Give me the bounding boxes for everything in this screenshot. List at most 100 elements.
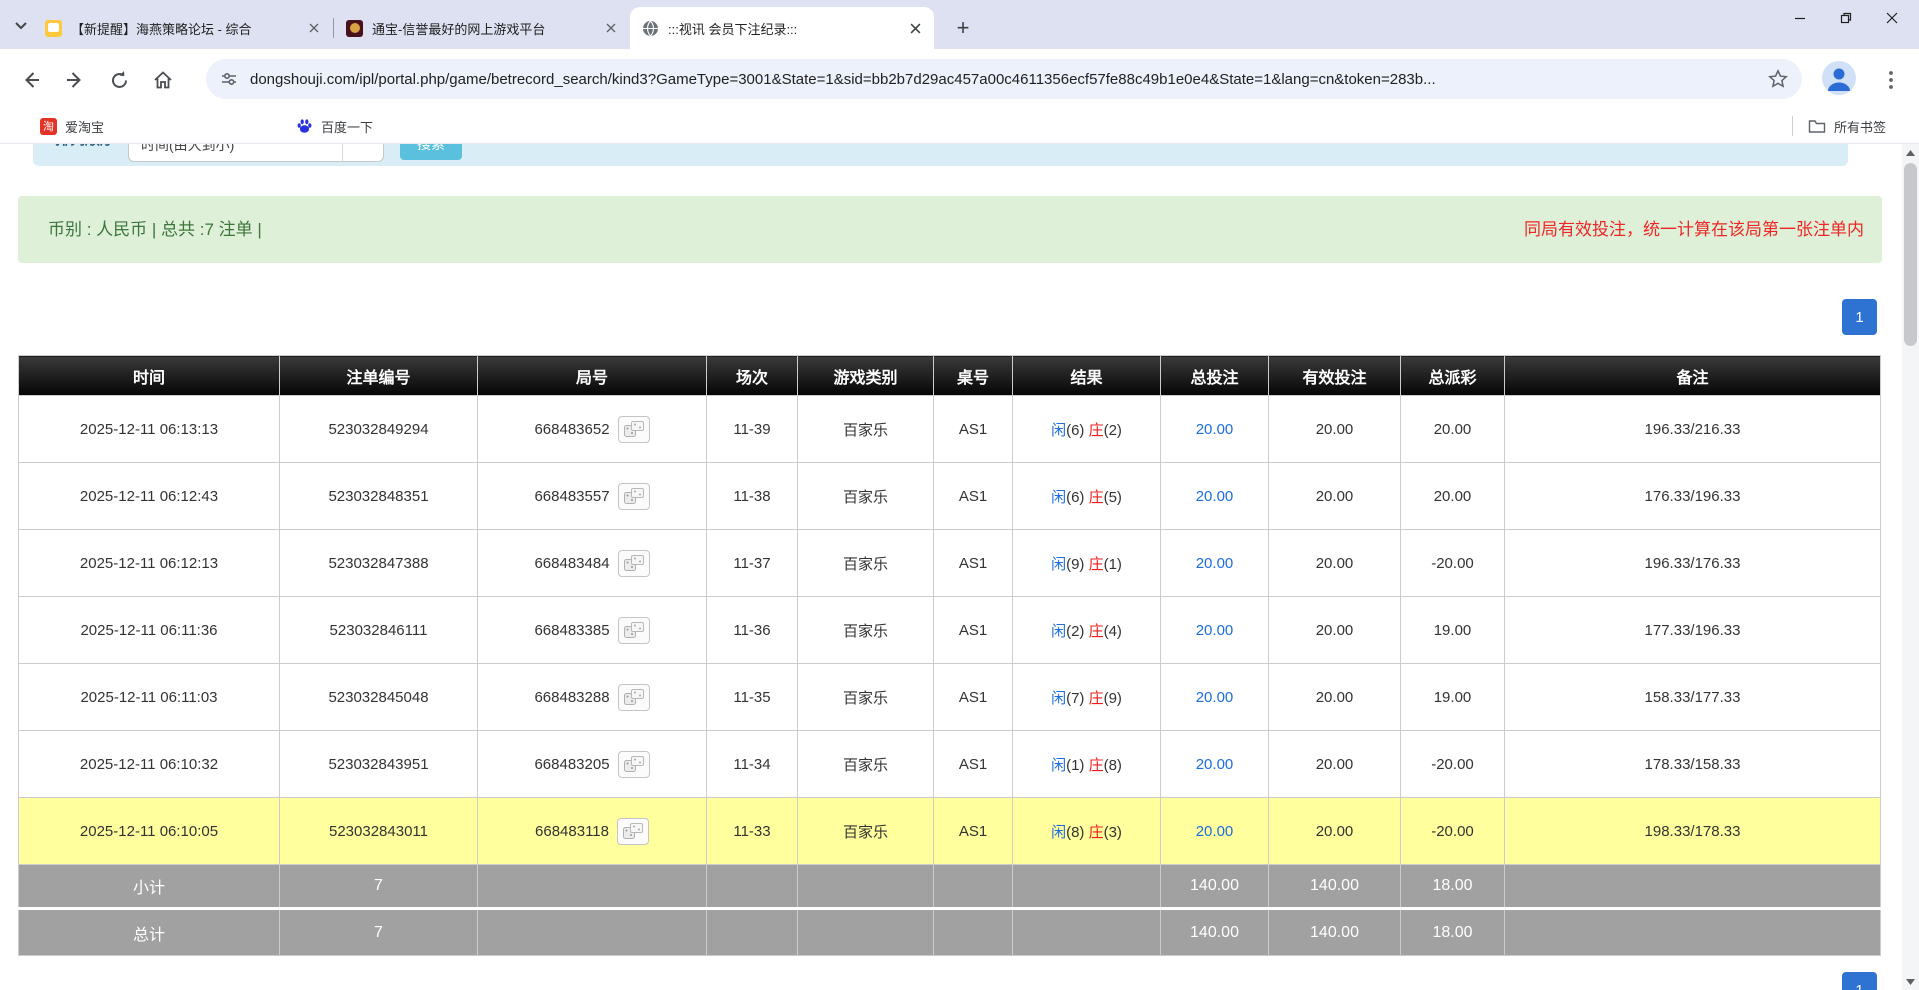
cell-valid-bet: 20.00: [1269, 731, 1401, 798]
grand-total-payout: 18.00: [1401, 909, 1505, 956]
header-result: 结果: [1013, 356, 1161, 396]
cell-bet-id: 523032849294: [280, 396, 478, 463]
game-replay-button[interactable]: [618, 751, 650, 778]
cell-session: 11-34: [707, 731, 798, 798]
summary-bar: 币别 : 人民币 | 总共 :7 注单 | 同局有效投注，统一计算在该局第一张注…: [18, 196, 1882, 263]
header-time: 时间: [19, 356, 280, 396]
cell-total-bet[interactable]: 20.00: [1161, 463, 1269, 530]
bet-records-table: 时间 注单编号 局号 场次 游戏类别 桌号 结果 总投注 有效投注 总派彩 备注…: [18, 355, 1881, 956]
bookmark-baidu[interactable]: 百度一下: [296, 114, 373, 138]
cell-bet-id: 523032846111: [280, 597, 478, 664]
bet-record-row: 2025-12-11 06:13:13523032849294668483652…: [19, 396, 1881, 463]
bookmark-aitaobao[interactable]: 淘 爱淘宝: [40, 114, 104, 138]
cell-game-type: 百家乐: [798, 463, 934, 530]
cell-result: 闲(9) 庄(1): [1013, 530, 1161, 597]
url-text: dongshouji.com/ipl/portal.php/game/betre…: [250, 71, 1754, 88]
cell-total-bet[interactable]: 20.00: [1161, 664, 1269, 731]
game-replay-button[interactable]: [618, 684, 650, 711]
tab-close-icon[interactable]: [305, 19, 323, 37]
browser-tab-1[interactable]: 【新提醒】海燕策略论坛 - 综合: [33, 7, 333, 49]
browser-tab-bar: 【新提醒】海燕策略论坛 - 综合 通宝-信誉最好的网上游戏平台 :::视讯 会员…: [0, 0, 1919, 49]
forum-favicon-icon: [45, 20, 62, 37]
cell-total-bet[interactable]: 20.00: [1161, 530, 1269, 597]
search-button[interactable]: 搜索: [400, 144, 462, 160]
cell-payout: 20.00: [1401, 396, 1505, 463]
window-close-button[interactable]: [1869, 0, 1915, 36]
subtotal-label: 小计: [19, 865, 280, 909]
cell-game-type: 百家乐: [798, 664, 934, 731]
cell-round-id: 668483385: [478, 597, 707, 664]
window-minimize-button[interactable]: [1777, 0, 1823, 36]
back-button[interactable]: [16, 65, 46, 95]
browser-tab-2[interactable]: 通宝-信誉最好的网上游戏平台: [334, 7, 630, 49]
cell-remark: 196.33/216.33: [1505, 396, 1881, 463]
cell-total-bet[interactable]: 20.00: [1161, 597, 1269, 664]
cell-result: 闲(1) 庄(8): [1013, 731, 1161, 798]
site-settings-icon[interactable]: [220, 70, 238, 88]
bet-record-row: 2025-12-11 06:10:32523032843951668483205…: [19, 731, 1881, 798]
dice-icon: [623, 823, 643, 840]
forward-button[interactable]: [60, 65, 90, 95]
cell-total-bet[interactable]: 20.00: [1161, 798, 1269, 865]
cell-game-type: 百家乐: [798, 396, 934, 463]
cell-time: 2025-12-11 06:12:13: [19, 530, 280, 597]
cell-payout: -20.00: [1401, 798, 1505, 865]
subtotal-valid-bet: 140.00: [1269, 865, 1401, 909]
new-tab-button[interactable]: +: [948, 13, 978, 43]
baidu-paw-favicon-icon: [296, 118, 313, 135]
folder-icon: [1808, 119, 1826, 134]
profile-avatar[interactable]: [1822, 61, 1856, 95]
page-scrollbar[interactable]: [1902, 144, 1919, 990]
cell-valid-bet: 20.00: [1269, 530, 1401, 597]
cell-remark: 176.33/196.33: [1505, 463, 1881, 530]
game-replay-button[interactable]: [618, 617, 650, 644]
subtotal-payout: 18.00: [1401, 865, 1505, 909]
refresh-button[interactable]: [104, 65, 134, 95]
bet-record-row: 2025-12-11 06:11:03523032845048668483288…: [19, 664, 1881, 731]
game-replay-button[interactable]: [618, 483, 650, 510]
scrollbar-thumb[interactable]: [1904, 163, 1917, 346]
casino-favicon-icon: [346, 20, 363, 37]
notice-text: 同局有效投注，统一计算在该局第一张注单内: [1524, 196, 1864, 263]
bookmark-label: 百度一下: [321, 117, 373, 136]
cell-remark: 198.33/178.33: [1505, 798, 1881, 865]
bookmarks-divider: [1792, 116, 1793, 136]
cell-payout: 19.00: [1401, 664, 1505, 731]
header-payout: 总派彩: [1401, 356, 1505, 396]
all-bookmarks-button[interactable]: 所有书签: [1808, 114, 1886, 138]
cell-time: 2025-12-11 06:10:32: [19, 731, 280, 798]
cell-game-type: 百家乐: [798, 530, 934, 597]
pagination-bottom-button[interactable]: 1: [1842, 972, 1877, 990]
browser-tab-active[interactable]: :::视讯 会员下注纪录:::: [630, 7, 934, 49]
dice-icon: [624, 421, 644, 438]
cell-total-bet[interactable]: 20.00: [1161, 396, 1269, 463]
sort-order-select[interactable]: 时间(由大到小): [128, 144, 384, 162]
window-restore-button[interactable]: [1823, 0, 1869, 36]
scrollbar-up-arrow[interactable]: [1902, 144, 1919, 161]
game-replay-button[interactable]: [617, 818, 649, 845]
cell-table-no: AS1: [934, 731, 1013, 798]
cell-time: 2025-12-11 06:12:43: [19, 463, 280, 530]
cell-session: 11-38: [707, 463, 798, 530]
url-bar[interactable]: dongshouji.com/ipl/portal.php/game/betre…: [206, 59, 1802, 99]
cell-round-id: 668483118: [478, 798, 707, 865]
tab-close-icon[interactable]: [602, 19, 620, 37]
browser-menu-icon[interactable]: [1878, 65, 1904, 95]
bookmark-star-icon[interactable]: [1768, 69, 1788, 89]
header-valid-bet: 有效投注: [1269, 356, 1401, 396]
cell-time: 2025-12-11 06:11:36: [19, 597, 280, 664]
cell-total-bet[interactable]: 20.00: [1161, 731, 1269, 798]
cell-time: 2025-12-11 06:11:03: [19, 664, 280, 731]
cell-remark: 178.33/158.33: [1505, 731, 1881, 798]
game-replay-button[interactable]: [618, 416, 650, 443]
game-replay-button[interactable]: [618, 550, 650, 577]
pagination-page-1-button[interactable]: 1: [1842, 299, 1877, 335]
table-body: 2025-12-11 06:13:13523032849294668483652…: [19, 396, 1881, 865]
globe-favicon-icon: [642, 20, 659, 37]
tab-search-chevron-icon[interactable]: [10, 16, 32, 34]
tab-close-icon[interactable]: [906, 19, 924, 37]
scrollbar-down-arrow[interactable]: [1902, 973, 1919, 990]
home-button[interactable]: [148, 65, 178, 95]
dice-icon: [624, 756, 644, 773]
cell-valid-bet: 20.00: [1269, 463, 1401, 530]
